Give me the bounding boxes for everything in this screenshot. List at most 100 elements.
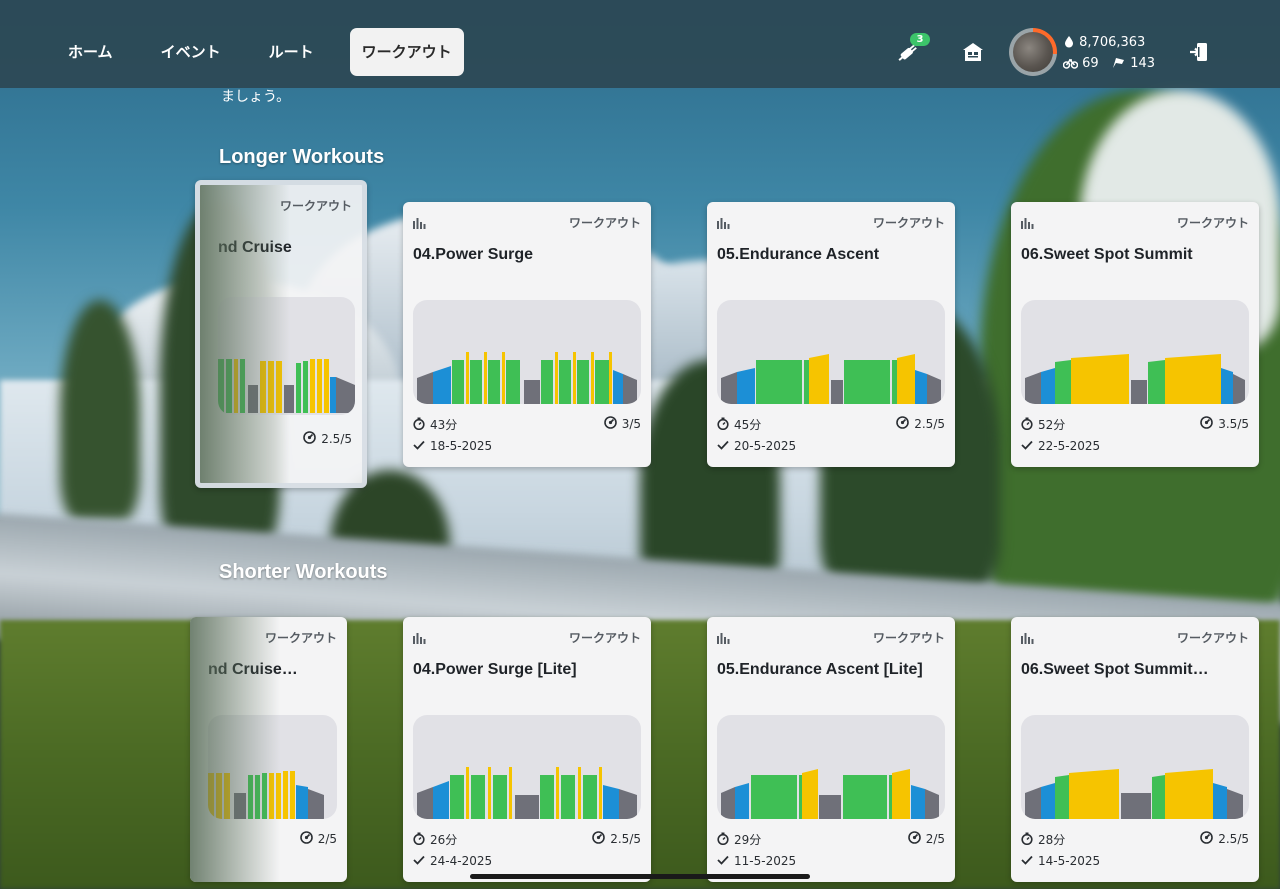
avatar[interactable]: [1009, 28, 1057, 76]
card-difficulty: 2.5/5: [896, 416, 945, 432]
workout-profile-chart: [218, 297, 355, 415]
card-completed-date: 14-5-2025: [1021, 854, 1100, 868]
card-date-value: 18-5-2025: [430, 439, 493, 453]
tab-workouts[interactable]: ワークアウト: [349, 28, 464, 76]
card-duration-value: 28分: [1038, 833, 1066, 847]
workout-bars-icon: [413, 629, 426, 648]
card-difficulty: 2.5/5: [592, 831, 641, 847]
workout-profile-chart: [208, 715, 337, 819]
workout-card-endurance-ascent-lite[interactable]: ワークアウト 05.Endurance Ascent [Lite] 29分 2/…: [707, 617, 955, 882]
difficulty-icon: [896, 416, 910, 432]
card-completed-date: 18-5-2025: [413, 439, 492, 453]
stopwatch-icon: [717, 832, 729, 848]
bike-icon: [1062, 56, 1082, 71]
plug-icon[interactable]: 3: [896, 33, 930, 64]
card-completed-date: 20-5-2025: [717, 439, 796, 453]
card-duration-value: 26分: [430, 833, 458, 847]
workout-bars-icon: [1021, 214, 1034, 233]
card-duration: 43分: [413, 416, 457, 433]
user-stats: 8,706,363 69 143: [1062, 32, 1156, 74]
tab-routes[interactable]: ルート: [257, 28, 326, 76]
card-duration: 26分: [413, 831, 457, 848]
card-difficulty-value: 3.5/5: [1218, 417, 1249, 431]
card-date-value: 14-5-2025: [1038, 854, 1101, 868]
logout-icon[interactable]: [1189, 42, 1209, 62]
difficulty-icon: [303, 431, 317, 447]
card-type-label: ワークアウト: [1176, 216, 1249, 230]
card-difficulty-value: 2/5: [925, 832, 945, 846]
card-difficulty: 2/5: [299, 831, 337, 847]
card-title: nd Cruise…: [208, 661, 298, 678]
card-difficulty: 3/5: [603, 416, 641, 432]
card-type-label: ワークアウト: [264, 631, 337, 645]
difficulty-icon: [1200, 416, 1214, 432]
card-title: 06.Sweet Spot Summit…: [1021, 661, 1209, 678]
top-navigation-bar: ホーム イベント ルート ワークアウト 3 8,706,363 69 143: [0, 0, 1280, 88]
plug-notification-badge: 3: [910, 33, 930, 46]
card-completed-date: 22-5-2025: [1021, 439, 1100, 453]
card-date-value: 22-5-2025: [1038, 439, 1101, 453]
stopwatch-icon: [1021, 417, 1033, 433]
workout-card-sweet-spot-summit[interactable]: ワークアウト 06.Sweet Spot Summit 52分 3.5/5 22…: [1011, 202, 1259, 467]
checkmark-icon: [413, 439, 425, 453]
workout-card-shorter-partial[interactable]: ワークアウト nd Cruise… 2/5: [190, 617, 347, 882]
card-difficulty-value: 2.5/5: [914, 417, 945, 431]
tab-home[interactable]: ホーム: [56, 28, 125, 76]
checkmark-icon: [1021, 854, 1033, 868]
main-nav: ホーム イベント ルート ワークアウト: [56, 28, 464, 76]
drop-icon: [1063, 35, 1079, 50]
card-duration-value: 29分: [734, 833, 762, 847]
home-indicator[interactable]: [470, 874, 810, 879]
card-title: nd Cruise: [218, 239, 292, 256]
workout-profile-chart: [1021, 715, 1249, 819]
card-title: 04.Power Surge [Lite]: [413, 661, 577, 678]
difficulty-icon: [1200, 831, 1214, 847]
workout-profile-chart: [1021, 300, 1249, 404]
flag-icon: [1111, 56, 1130, 71]
card-title: 06.Sweet Spot Summit: [1021, 246, 1193, 263]
workout-bars-icon: [717, 214, 730, 233]
stopwatch-icon: [717, 417, 729, 433]
workout-bars-icon: [1021, 629, 1034, 648]
card-difficulty-value: 2/5: [317, 832, 337, 846]
card-difficulty: 3.5/5: [1200, 416, 1249, 432]
card-completed-date: 24-4-2025: [413, 854, 492, 868]
routes-count: 143: [1130, 56, 1156, 71]
card-title: 05.Endurance Ascent [Lite]: [717, 661, 923, 678]
difficulty-icon: [907, 831, 921, 847]
card-completed-date: 11-5-2025: [717, 854, 796, 868]
workout-profile-chart: [413, 715, 641, 819]
card-difficulty: 2/5: [907, 831, 945, 847]
tab-events[interactable]: イベント: [149, 28, 233, 76]
card-type-label: ワークアウト: [872, 216, 945, 230]
card-difficulty-value: 2.5/5: [321, 432, 352, 446]
card-type-label: ワークアウト: [1176, 631, 1249, 645]
card-duration-value: 52分: [1038, 418, 1066, 432]
workout-profile-chart: [413, 300, 641, 404]
card-difficulty: 2.5/5: [1200, 831, 1249, 847]
checkmark-icon: [1021, 439, 1033, 453]
card-type-label: ワークアウト: [568, 631, 641, 645]
card-type-label: ワークアウト: [279, 199, 352, 213]
workout-bars-icon: [413, 214, 426, 233]
checkmark-icon: [413, 854, 425, 868]
workout-card-power-surge[interactable]: ワークアウト 04.Power Surge 43分 3/5 18-5-2025: [403, 202, 651, 467]
checkmark-icon: [717, 854, 729, 868]
card-title: 05.Endurance Ascent: [717, 246, 880, 263]
drops-count: 8,706,363: [1079, 35, 1146, 50]
intro-text: ましょう。: [221, 89, 291, 105]
section-title-longer: Longer Workouts: [219, 146, 385, 168]
card-difficulty: 2.5/5: [303, 431, 352, 447]
card-duration-value: 45分: [734, 418, 762, 432]
home-icon[interactable]: [962, 42, 984, 62]
workout-card-endurance-ascent[interactable]: ワークアウト 05.Endurance Ascent 45分 2.5/5 20-…: [707, 202, 955, 467]
workout-card-sweet-spot-summit-lite[interactable]: ワークアウト 06.Sweet Spot Summit… 28分 2.5/5 1…: [1011, 617, 1259, 882]
card-title: 04.Power Surge: [413, 246, 534, 263]
card-duration: 28分: [1021, 831, 1065, 848]
difficulty-icon: [592, 831, 606, 847]
card-duration: 52分: [1021, 416, 1065, 433]
workout-card-power-surge-lite[interactable]: ワークアウト 04.Power Surge [Lite] 26分 2.5/5 2…: [403, 617, 651, 882]
card-difficulty-value: 3/5: [621, 417, 641, 431]
card-type-label: ワークアウト: [568, 216, 641, 230]
workout-card-longer-partial[interactable]: ワークアウト nd Cruise 2.5/5: [195, 180, 367, 488]
